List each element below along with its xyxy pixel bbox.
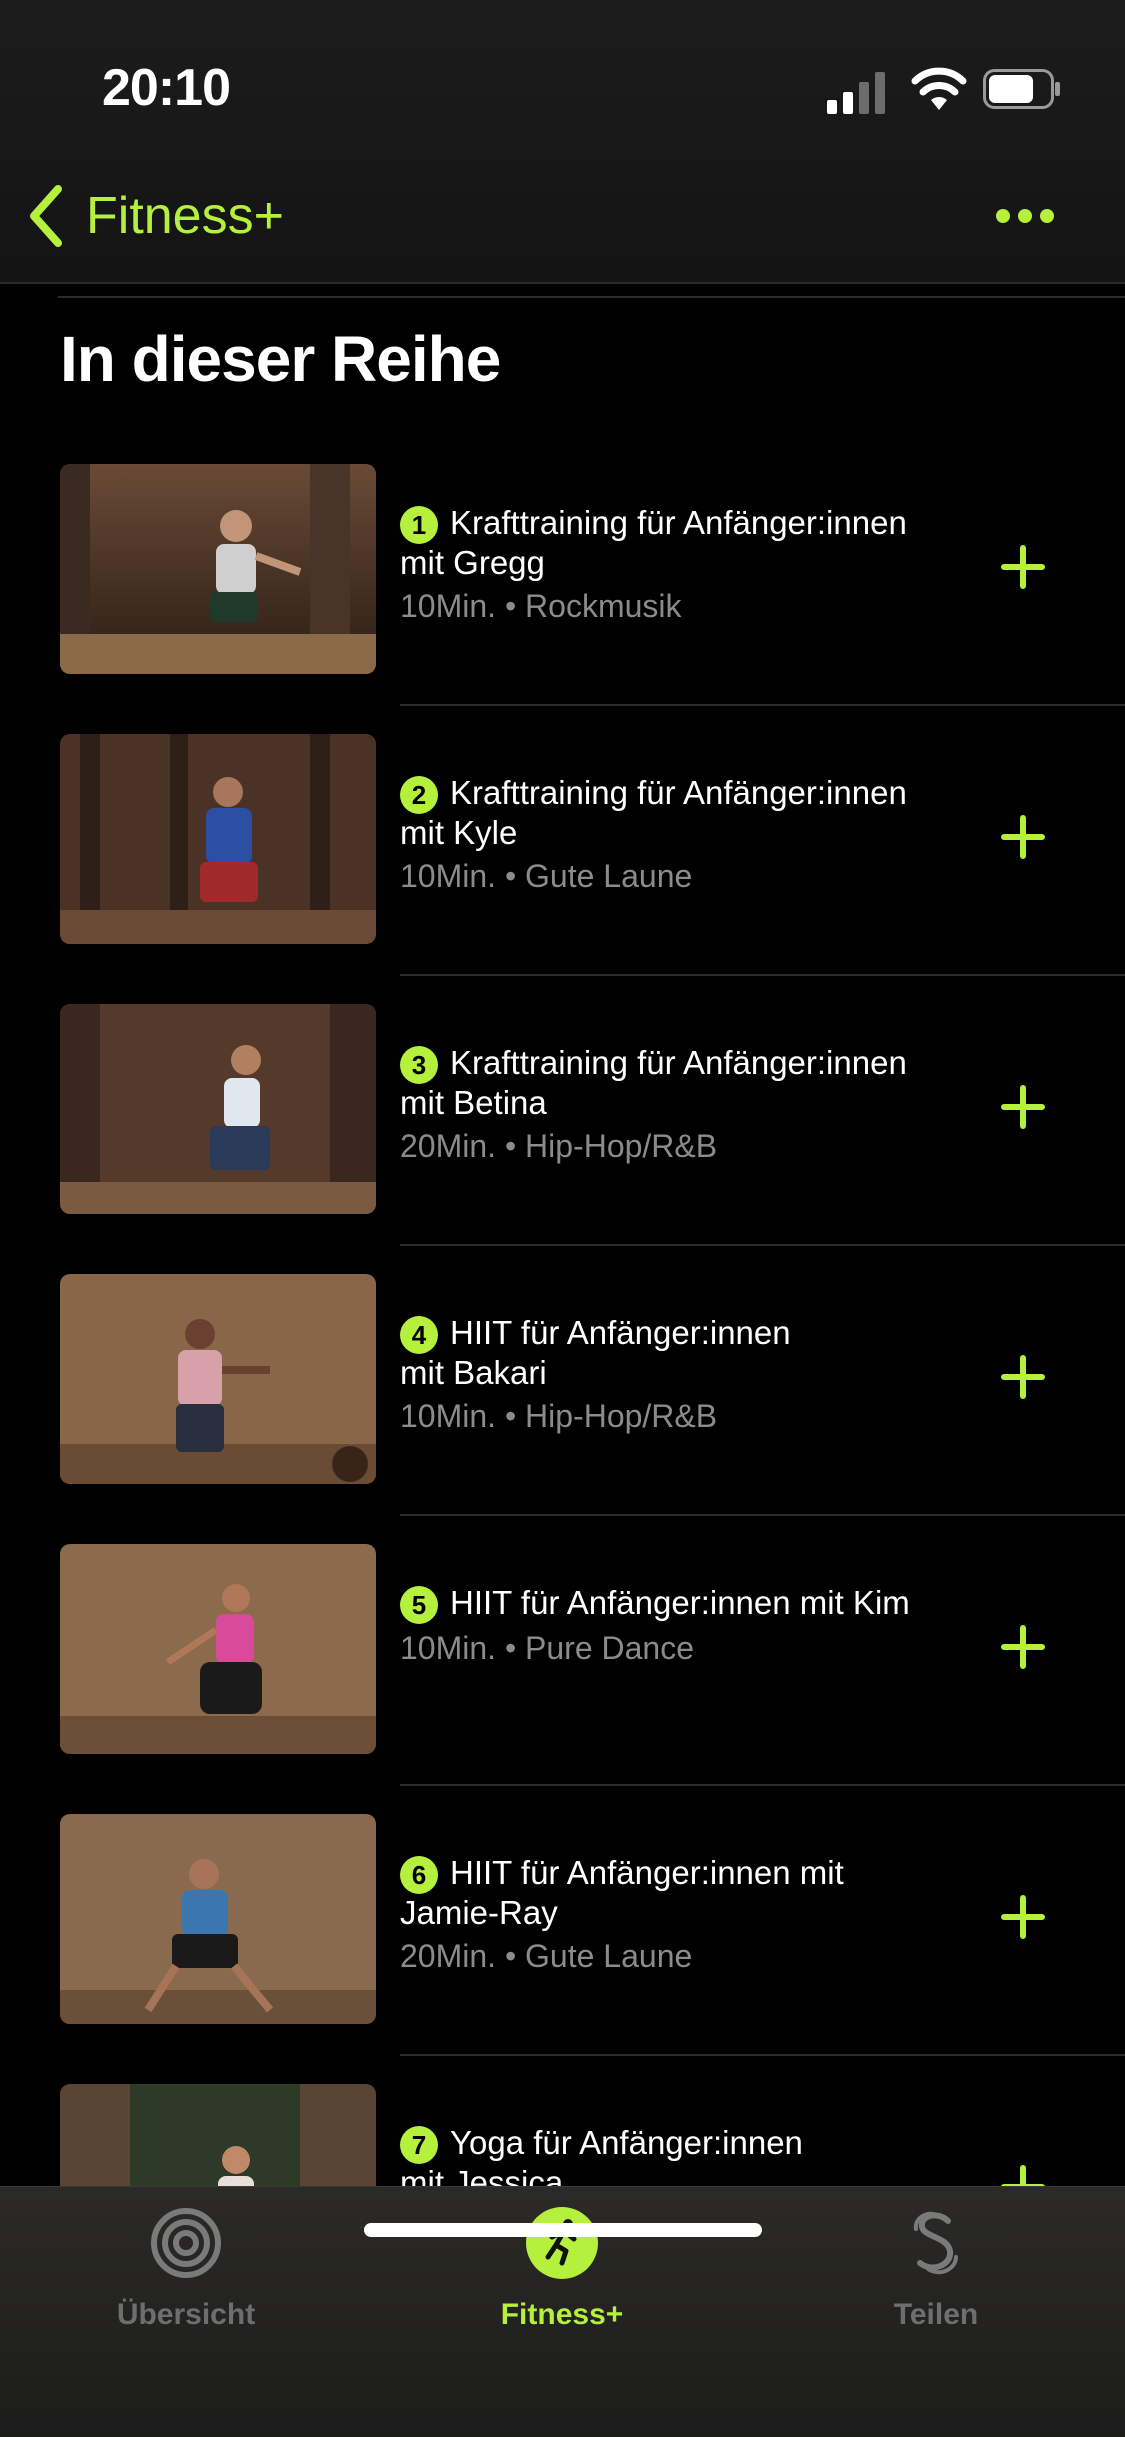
workout-thumbnail [60, 1004, 376, 1214]
add-icon[interactable] [1000, 1624, 1046, 1670]
header: 20:10 Fitness+ [0, 0, 1125, 284]
add-icon[interactable] [1000, 1894, 1046, 1940]
episode-number-badge: 7 [400, 2126, 438, 2165]
home-indicator [364, 2223, 762, 2237]
tab-label: Fitness+ [500, 2298, 624, 2331]
section-title: In dieser Reihe [60, 323, 501, 395]
workout-title: 2 Krafttraining für Anfänger:innen [400, 774, 970, 815]
content-area[interactable]: In dieser Reihe 1 Krafttraining für Anfän… [0, 282, 1125, 2186]
episode-number-badge: 4 [400, 1316, 438, 1355]
add-icon[interactable] [1000, 2164, 1046, 2186]
workout-title-text: Yoga für Anfänger:innen [450, 2124, 803, 2161]
row-divider [400, 1244, 1125, 1246]
workout-meta: 10Min. • Rockmusik [400, 588, 682, 625]
workout-title: 6 HIIT für Anfänger:innen mit [400, 1854, 970, 1895]
workout-title: 5 HIIT für Anfänger:innen mit Kim [400, 1584, 970, 1625]
workout-title-text: HIIT für Anfänger:innen mit Kim [450, 1584, 910, 1621]
back-button-label: Fitness+ [86, 187, 284, 245]
add-icon[interactable] [1000, 814, 1046, 860]
workout-title-text: Krafttraining für Anfänger:innen [450, 1044, 907, 1081]
battery-icon [983, 69, 1060, 109]
row-divider [400, 974, 1125, 976]
status-time: 20:10 [102, 59, 231, 117]
tab-bar: Übersicht Fitness+ Teilen [0, 2186, 1125, 2437]
workout-meta: 20Min. • Hip-Hop/R&B [400, 1128, 718, 1165]
activity-rings-icon [151, 2208, 221, 2278]
workout-meta: 10Min. • Pure Dance [400, 1630, 695, 1667]
workout-thumbnail [60, 1544, 376, 1754]
more-options-icon[interactable] [995, 202, 1055, 230]
workout-row[interactable]: 4 HIIT für Anfänger:innen mit Bakari 10Mi… [0, 1274, 1125, 1544]
workout-thumbnail [60, 1814, 376, 2024]
workout-info: 2 Krafttraining für Anfänger:innen mit Ky… [400, 774, 970, 895]
workout-meta: 10Min. • Hip-Hop/R&B [400, 1398, 718, 1435]
tab-label: Teilen [893, 2298, 979, 2331]
add-icon[interactable] [1000, 1354, 1046, 1400]
workout-row[interactable]: 6 HIIT für Anfänger:innen mit Jamie-Ray 2… [0, 1814, 1125, 2084]
tab-overview[interactable]: Übersicht [56, 2207, 316, 2357]
workout-row[interactable]: 3 Krafttraining für Anfänger:innen mit Be… [0, 1004, 1125, 1274]
workout-thumbnail [60, 2084, 376, 2186]
row-divider [400, 704, 1125, 706]
divider [58, 296, 1125, 298]
row-divider [400, 1784, 1125, 1786]
workout-row[interactable]: 5 HIIT für Anfänger:innen mit Kim 10Min. … [0, 1544, 1125, 1814]
episode-number-badge: 1 [400, 506, 438, 545]
episode-number-badge: 6 [400, 1856, 438, 1895]
tab-label: Übersicht [116, 2298, 256, 2331]
episode-number-badge: 3 [400, 1046, 438, 1085]
workout-row[interactable]: 7 Yoga für Anfänger:innen mit Jessica [0, 2084, 1125, 2186]
workout-meta: 20Min. • Gute Laune [400, 1938, 693, 1975]
row-divider [400, 1514, 1125, 1516]
episode-number-badge: 2 [400, 776, 438, 815]
running-figure-icon [526, 2207, 598, 2279]
workout-title: 4 HIIT für Anfänger:innen [400, 1314, 970, 1355]
workout-thumbnail [60, 734, 376, 944]
workout-trainer: mit Betina [400, 1084, 547, 1122]
workout-trainer: mit Jessica [400, 2164, 564, 2186]
tab-share[interactable]: Teilen [806, 2207, 1066, 2357]
workout-thumbnail [60, 1274, 376, 1484]
workout-info: 5 HIIT für Anfänger:innen mit Kim 10Min. … [400, 1584, 970, 1667]
workout-info: 7 Yoga für Anfänger:innen mit Jessica [400, 2124, 970, 2186]
row-divider [400, 2054, 1125, 2056]
workout-title-text: Krafttraining für Anfänger:innen [450, 504, 907, 541]
workout-title: 1 Krafttraining für Anfänger:innen [400, 504, 970, 545]
workout-title-text: HIIT für Anfänger:innen [450, 1314, 791, 1351]
workout-row[interactable]: 1 Krafttraining für Anfänger:innen mit Gr… [0, 464, 1125, 734]
add-icon[interactable] [1000, 1084, 1046, 1130]
workout-trainer: Jamie-Ray [400, 1894, 558, 1932]
add-icon[interactable] [1000, 544, 1046, 590]
workout-title-text: HIIT für Anfänger:innen mit [450, 1854, 844, 1891]
wifi-icon [911, 67, 967, 110]
workout-trainer: mit Bakari [400, 1354, 547, 1392]
workout-meta: 10Min. • Gute Laune [400, 858, 693, 895]
workout-row[interactable]: 2 Krafttraining für Anfänger:innen mit Ky… [0, 734, 1125, 1004]
workout-info: 4 HIIT für Anfänger:innen mit Bakari 10Mi… [400, 1314, 970, 1435]
workout-trainer: mit Kyle [400, 814, 518, 852]
signal-icon [827, 72, 885, 114]
workout-trainer: mit Gregg [400, 544, 545, 582]
workout-info: 1 Krafttraining für Anfänger:innen mit Gr… [400, 504, 970, 625]
chevron-left-icon [30, 185, 62, 247]
workout-title: 7 Yoga für Anfänger:innen [400, 2124, 970, 2165]
back-button[interactable]: Fitness+ [26, 180, 284, 252]
workout-title: 3 Krafttraining für Anfänger:innen [400, 1044, 970, 1085]
workout-info: 6 HIIT für Anfänger:innen mit Jamie-Ray 2… [400, 1854, 970, 1975]
workout-title-text: Krafttraining für Anfänger:innen [450, 774, 907, 811]
workout-thumbnail [60, 464, 376, 674]
workout-info: 3 Krafttraining für Anfänger:innen mit Be… [400, 1044, 970, 1165]
episode-number-badge: 5 [400, 1586, 438, 1625]
sharing-icon [913, 2211, 958, 2275]
